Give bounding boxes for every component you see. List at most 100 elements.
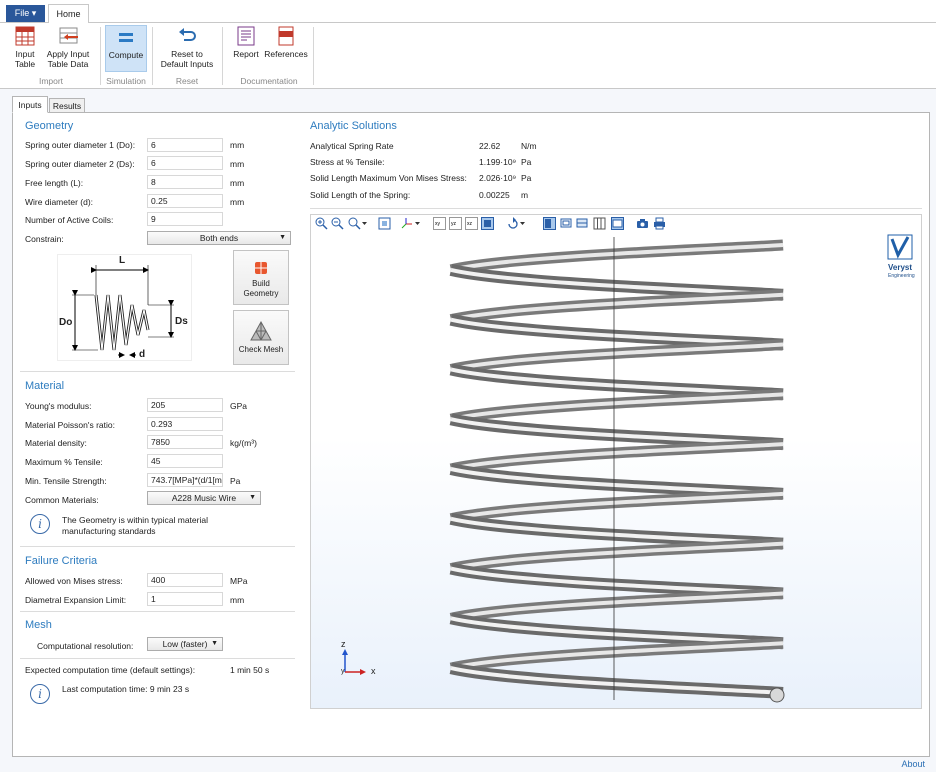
zoom-box-icon[interactable] — [348, 217, 368, 230]
rotate-icon[interactable] — [507, 217, 527, 230]
input-table-label: Input Table — [14, 49, 36, 69]
zoom-extents-icon[interactable] — [378, 217, 391, 230]
build-geometry-button[interactable]: Build Geometry — [233, 250, 289, 305]
stress-tensile-unit: Pa — [521, 157, 532, 167]
input-table-button[interactable]: Input Table — [6, 25, 44, 69]
expected-time-value: 1 min 50 s — [230, 665, 270, 675]
reset-label: Reset to Default Inputs — [160, 49, 214, 69]
diagram-label-d: d — [139, 349, 146, 360]
divider — [20, 611, 295, 612]
failure-section-title: Failure Criteria — [25, 555, 98, 567]
do-input[interactable]: 6 — [147, 138, 223, 152]
youngs-input[interactable]: 205 — [147, 398, 223, 412]
spring-rate-unit: N/m — [521, 141, 537, 151]
undo-arrow-icon — [179, 28, 196, 41]
report-button[interactable]: Report — [230, 25, 262, 59]
compute-button[interactable]: Compute — [105, 25, 147, 72]
tab-inputs[interactable]: Inputs — [12, 96, 48, 113]
active-coils-input[interactable]: 9 — [147, 212, 223, 226]
solid-stress-label: Solid Length Maximum Von Mises Stress: — [310, 173, 467, 183]
render-icon[interactable] — [611, 217, 624, 230]
poisson-input[interactable]: 0.293 — [147, 417, 223, 431]
free-length-input[interactable]: 8 — [147, 175, 223, 189]
svg-text:xz: xz — [467, 221, 473, 227]
references-button[interactable]: References — [263, 25, 309, 59]
ribbon-separator — [152, 27, 153, 85]
density-input[interactable]: 7850 — [147, 435, 223, 449]
axis-triad: z x y — [335, 639, 385, 679]
constrain-value: Both ends — [199, 233, 239, 243]
group-reset-label: Reset — [175, 76, 199, 86]
select-mode-icon[interactable] — [543, 217, 556, 230]
report-label: Report — [233, 49, 259, 59]
ribbon-separator — [100, 27, 101, 85]
view-xz-icon[interactable]: xz — [465, 217, 478, 230]
max-tensile-label: Maximum % Tensile: — [25, 457, 103, 467]
camera-icon[interactable] — [636, 217, 649, 230]
print-icon[interactable] — [653, 217, 666, 230]
divider — [20, 658, 295, 659]
wireframe-icon[interactable] — [560, 217, 573, 230]
check-mesh-button[interactable]: Check Mesh — [233, 310, 289, 365]
spring-diagram: L Do Ds d — [57, 254, 192, 361]
wire-diameter-label: Wire diameter (d): — [25, 197, 94, 207]
grid-icon[interactable] — [593, 217, 606, 230]
constrain-label: Constrain: — [25, 234, 64, 244]
resolution-select[interactable]: Low (faster) ▼ — [147, 637, 223, 651]
mesh-icon — [250, 321, 272, 341]
expected-time-label: Expected computation time (default setti… — [25, 665, 196, 675]
tab-home[interactable]: Home — [48, 4, 89, 24]
group-simulation-label: Simulation — [106, 76, 146, 86]
active-coils-label: Number of Active Coils: — [25, 215, 114, 225]
svg-text:xy: xy — [435, 221, 441, 227]
apply-table-icon — [59, 27, 78, 44]
expansion-limit-unit: mm — [230, 595, 245, 605]
apply-input-label: Apply Input Table Data — [46, 49, 90, 69]
logo-sub: Engineering — [888, 273, 915, 279]
chevron-down-icon: ▼ — [279, 234, 286, 241]
expansion-limit-input[interactable]: 1 — [147, 592, 223, 606]
von-mises-input[interactable]: 400 — [147, 573, 223, 587]
view-xy-icon[interactable]: xy — [433, 217, 446, 230]
common-materials-label: Common Materials: — [25, 495, 99, 505]
chevron-down-icon: ▼ — [211, 640, 218, 647]
resolution-label: Computational resolution: — [37, 641, 134, 651]
equals-icon — [119, 33, 133, 42]
common-materials-select[interactable]: A228 Music Wire ▼ — [147, 491, 261, 505]
about-link[interactable]: About — [901, 759, 925, 769]
file-menu-button[interactable]: File ▾ — [6, 5, 45, 22]
constrain-select[interactable]: Both ends ▼ — [147, 231, 291, 245]
build-geometry-icon — [255, 262, 267, 274]
min-tensile-input[interactable]: 743.7[MPa]*(d/1[m — [147, 473, 223, 487]
spring-rate-value: 22.62 — [479, 141, 501, 151]
axis-view-icon[interactable] — [400, 217, 422, 230]
references-label: References — [264, 49, 308, 59]
view-yz-icon[interactable]: yz — [449, 217, 462, 230]
max-tensile-input[interactable]: 45 — [147, 454, 223, 468]
graphics-viewer[interactable]: Veryst Engineering z x y — [310, 214, 922, 709]
report-icon — [237, 26, 255, 46]
group-documentation-label: Documentation — [240, 76, 298, 86]
solid-stress-unit: Pa — [521, 173, 532, 183]
divider — [20, 371, 295, 372]
diagram-label-l: L — [119, 255, 126, 266]
tab-results[interactable]: Results — [49, 98, 85, 113]
ds-input[interactable]: 6 — [147, 156, 223, 170]
zoom-in-icon[interactable] — [315, 217, 328, 230]
wire-diameter-input[interactable]: 0.25 — [147, 194, 223, 208]
logo-name: Veryst — [888, 263, 913, 272]
divider — [310, 208, 922, 209]
reset-default-button[interactable]: Reset to Default Inputs — [156, 25, 218, 69]
solid-stress-value: 2.026·10⁹ — [479, 173, 517, 183]
wire-diameter-unit: mm — [230, 197, 245, 207]
view-3d-icon[interactable] — [481, 217, 494, 230]
divider — [20, 546, 295, 547]
zoom-out-icon[interactable] — [331, 217, 344, 230]
title-bar — [0, 0, 936, 23]
density-label: Material density: — [25, 438, 87, 448]
apply-input-table-button[interactable]: Apply Input Table Data — [42, 25, 94, 69]
material-section-title: Material — [25, 380, 65, 392]
transparency-icon[interactable] — [576, 217, 589, 230]
free-length-label: Free length (L): — [25, 178, 84, 188]
min-tensile-label: Min. Tensile Strength: — [25, 476, 107, 486]
